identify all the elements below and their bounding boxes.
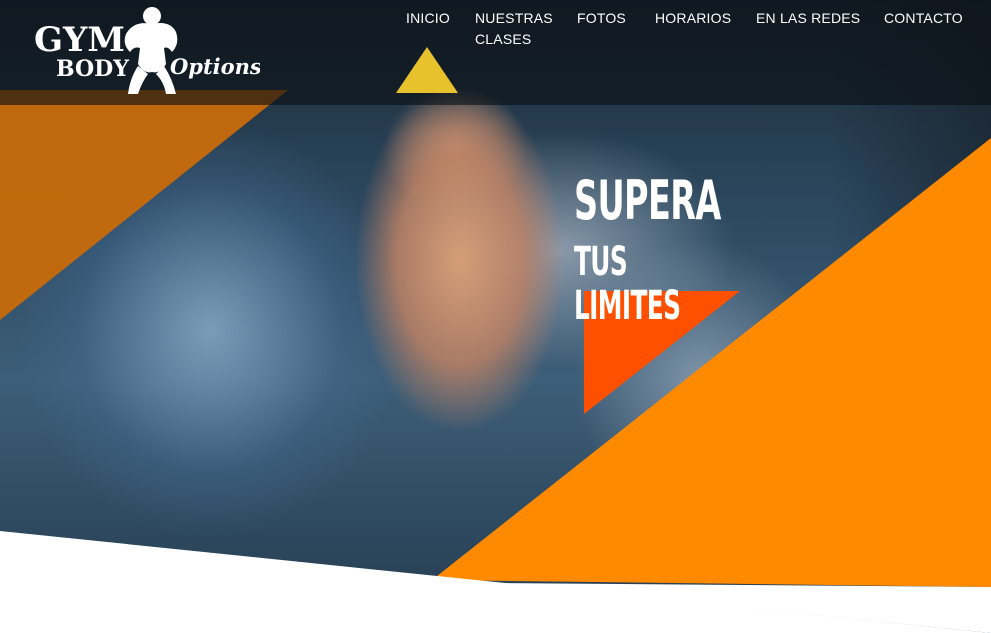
nav-item-contacto[interactable]: CONTACTO: [884, 8, 963, 29]
nav-item-fotos[interactable]: FOTOS: [577, 8, 626, 29]
logo[interactable]: GYM BODY Options: [30, 2, 260, 98]
nav-item-en-las-redes[interactable]: EN LAS REDES: [756, 8, 860, 29]
headline-line-2: TUS LIMITES: [574, 239, 681, 329]
page: GYM BODY Options INICIO NUESTRAS CLASES …: [0, 0, 991, 633]
nav-item-horarios[interactable]: HORARIOS: [655, 8, 731, 29]
logo-text-options: Options: [170, 54, 260, 79]
active-nav-indicator: [396, 47, 458, 93]
nav-item-inicio[interactable]: INICIO: [406, 8, 450, 29]
headline-line-1: SUPERA: [574, 169, 721, 232]
hero-headline: SUPERA TUS LIMITES: [574, 168, 774, 328]
logo-image: GYM BODY Options: [34, 7, 260, 94]
logo-text-body: BODY: [56, 56, 129, 82]
logo-text-gym: GYM: [34, 20, 125, 60]
bodybuilder-icon: [124, 7, 178, 94]
nav-item-nuestras-clases[interactable]: NUESTRAS CLASES: [475, 8, 555, 50]
site-header: GYM BODY Options INICIO NUESTRAS CLASES …: [0, 0, 991, 105]
main-navigation: INICIO NUESTRAS CLASES FOTOS HORARIOS EN…: [406, 8, 981, 48]
